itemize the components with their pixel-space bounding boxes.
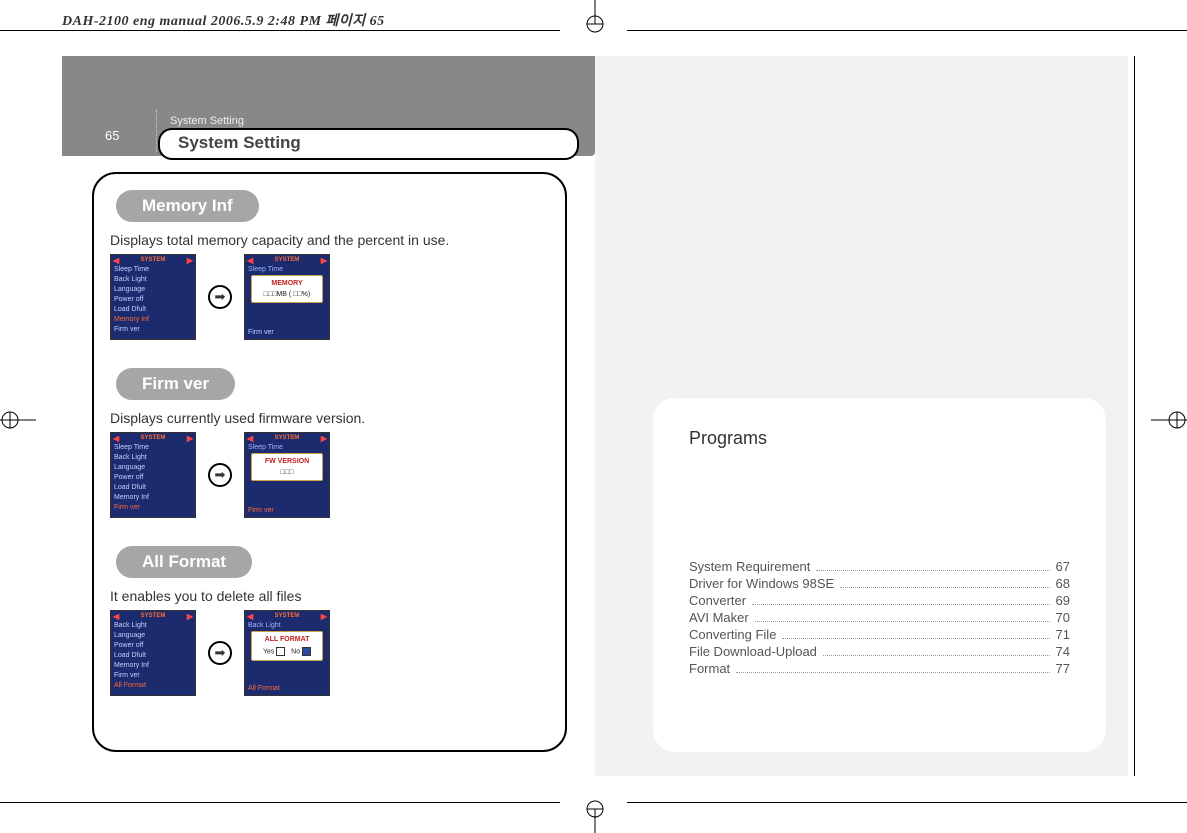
toc-row: System Requirement67	[689, 559, 1070, 574]
regmark-top	[570, 0, 620, 36]
device-screen: ◀SYSTEM▶ Sleep Time MEMORY □□□MB ( □□%) …	[244, 254, 330, 340]
device-screen: ◀SYSTEM▶ Sleep Time Back Light Language …	[110, 254, 196, 340]
trim-line	[0, 30, 560, 31]
regmark-right	[1151, 405, 1187, 435]
device-screen: ◀SYSTEM▶ Sleep Time Back Light Language …	[110, 432, 196, 518]
section-desc: Displays currently used firmware version…	[110, 410, 549, 426]
device-screen: ◀SYSTEM▶ Sleep Time FW VERSION □□□ Firm …	[244, 432, 330, 518]
toc-row: AVI Maker70	[689, 610, 1070, 625]
arrow-right-icon: ➡	[208, 641, 232, 665]
section-firm-ver: Firm ver Displays currently used firmwar…	[110, 368, 549, 518]
popup-title: ALL FORMAT	[252, 636, 322, 643]
screen-title: SYSTEM	[275, 435, 300, 441]
left-page: 65 System Setting System Setting Memory …	[62, 56, 595, 776]
doc-header-strip: DAH-2100 eng manual 2006.5.9 2:48 PM 페이지…	[62, 10, 385, 30]
page-number: 65	[105, 128, 119, 143]
toc-row: Driver for Windows 98SE68	[689, 576, 1070, 591]
screen-title: SYSTEM	[141, 435, 166, 441]
trim-line	[627, 802, 1187, 803]
breadcrumb: System Setting	[170, 115, 244, 127]
left-page-header: 65 System Setting System Setting	[62, 56, 595, 156]
screen-title: SYSTEM	[275, 613, 300, 619]
toc-row: File Download-Upload74	[689, 644, 1070, 659]
main-content-box: Memory Inf Displays total memory capacit…	[92, 172, 567, 752]
popup-body: □□□MB ( □□%)	[252, 291, 322, 298]
device-screen: ◀SYSTEM▶ Back Light ALL FORMAT Yes No Al…	[244, 610, 330, 696]
programs-title: Programs	[689, 428, 1070, 449]
popup-body: Yes No	[252, 647, 322, 656]
section-pill: All Format	[116, 546, 252, 578]
regmark-left	[0, 405, 36, 435]
device-screen: ◀SYSTEM▶ Back Light Language Power off L…	[110, 610, 196, 696]
popup-title: MEMORY	[252, 280, 322, 287]
trim-line	[627, 30, 1187, 31]
toc: System Requirement67 Driver for Windows …	[689, 559, 1070, 676]
regmark-bottom	[570, 797, 620, 833]
page-title: System Setting	[158, 128, 579, 160]
arrow-right-icon: ➡	[208, 463, 232, 487]
popup: ALL FORMAT Yes No	[251, 631, 323, 661]
toc-row: Converting File71	[689, 627, 1070, 642]
screen-title: SYSTEM	[141, 613, 166, 619]
section-desc: Displays total memory capacity and the p…	[110, 232, 549, 248]
popup-body: □□□	[252, 469, 322, 476]
popup-title: FW VERSION	[252, 458, 322, 465]
right-page: Programs System Requirement67 Driver for…	[595, 56, 1128, 776]
section-memory-inf: Memory Inf Displays total memory capacit…	[110, 190, 549, 340]
popup: FW VERSION □□□	[251, 453, 323, 481]
toc-row: Format77	[689, 661, 1070, 676]
programs-card: Programs System Requirement67 Driver for…	[653, 398, 1106, 752]
trim-line	[0, 802, 560, 803]
trim-line-v	[1134, 56, 1135, 776]
section-pill: Firm ver	[116, 368, 235, 400]
divider	[156, 110, 157, 152]
screen-title: SYSTEM	[141, 257, 166, 263]
section-desc: It enables you to delete all files	[110, 588, 549, 604]
section-all-format: All Format It enables you to delete all …	[110, 546, 549, 696]
toc-row: Converter69	[689, 593, 1070, 608]
screen-title: SYSTEM	[275, 257, 300, 263]
arrow-right-icon: ➡	[208, 285, 232, 309]
popup: MEMORY □□□MB ( □□%)	[251, 275, 323, 303]
section-pill: Memory Inf	[116, 190, 259, 222]
